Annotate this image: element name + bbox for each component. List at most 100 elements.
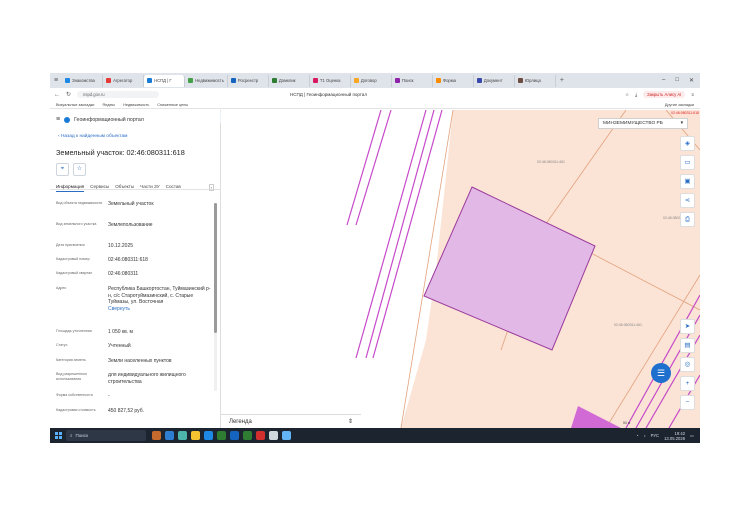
map-layer-select[interactable]: МИНЗЕМИМУЩЕСТВО РБ ▾ bbox=[598, 118, 688, 129]
pdf-icon[interactable] bbox=[256, 431, 265, 440]
notification-icon[interactable]: ▭ bbox=[690, 433, 694, 438]
app-icon[interactable] bbox=[204, 431, 213, 440]
locate-on-map-icon[interactable]: ⌖ bbox=[56, 163, 69, 176]
location-icon[interactable]: ◎ bbox=[680, 357, 695, 372]
folder-icon[interactable] bbox=[191, 431, 200, 440]
coords-readout: 02:46:080311:618 bbox=[671, 111, 699, 115]
back-to-results-link[interactable]: ‹ Назад к найденным объектам bbox=[50, 123, 220, 139]
browser-tab[interactable]: Договор bbox=[351, 74, 392, 87]
tab-label: Т1 Оценка bbox=[319, 78, 341, 83]
properties-scrollbar[interactable] bbox=[214, 203, 217, 391]
zoom-out-icon[interactable]: − bbox=[680, 395, 695, 410]
clock-date: 13.05.2026 bbox=[664, 435, 686, 441]
address-text: Республика Башкортостан, Туймазинский р-… bbox=[108, 286, 211, 305]
minimize-icon[interactable]: – bbox=[662, 77, 665, 84]
tab-label: Договор bbox=[360, 78, 377, 83]
tab-label: Недвижимость bbox=[195, 78, 224, 83]
bookmark-item[interactable]: Визуальные закладки bbox=[56, 103, 94, 107]
browser-tab[interactable]: Поиск bbox=[392, 74, 433, 87]
property-value: 450 827,52 руб. bbox=[108, 408, 144, 414]
app-icon[interactable] bbox=[282, 431, 291, 440]
browser-tab[interactable]: Юрлица bbox=[515, 74, 556, 87]
tab-composition[interactable]: Состав bbox=[166, 184, 181, 189]
layers-icon[interactable]: ◈ bbox=[680, 136, 695, 151]
new-tab-icon[interactable]: + bbox=[556, 77, 568, 84]
language-indicator[interactable]: РУС bbox=[651, 433, 659, 438]
system-tray: ◔ ♪ РУС 19:42 13.05.2026 ▭ bbox=[636, 431, 700, 441]
panel-icon[interactable]: ▤ bbox=[680, 338, 695, 353]
property-row: Вид объекта недвижимости Земельный участ… bbox=[56, 201, 212, 208]
map-layer-value: МИНЗЕМИМУЩЕСТВО РБ bbox=[603, 121, 663, 126]
collapse-address-link[interactable]: Свернуть bbox=[108, 306, 212, 313]
clock[interactable]: 19:42 13.05.2026 bbox=[664, 431, 685, 441]
browser-tab[interactable]: Т1 Оценка bbox=[310, 74, 351, 87]
yandex-browser-icon[interactable] bbox=[269, 431, 278, 440]
property-row: Форма собственности - bbox=[56, 393, 212, 400]
property-value: 02:46:080311:618 bbox=[108, 257, 148, 263]
zoom-in-icon[interactable]: + bbox=[680, 376, 695, 391]
download-icon[interactable]: ⤓ bbox=[635, 92, 637, 97]
browser-tab[interactable]: Недвижимость bbox=[185, 74, 228, 87]
property-value: Землепользование bbox=[108, 222, 153, 228]
tab-objects[interactable]: Объекты bbox=[115, 184, 134, 189]
tab-information[interactable]: Информация bbox=[56, 184, 85, 192]
tab-favicon-icon bbox=[230, 78, 236, 83]
start-button[interactable] bbox=[50, 428, 66, 443]
refresh-icon[interactable]: ↻ bbox=[66, 91, 71, 98]
other-bookmarks[interactable]: Другие закладки bbox=[665, 103, 700, 107]
browser-tab[interactable]: Знакомства bbox=[62, 74, 104, 87]
share-icon[interactable]: ⋖ bbox=[680, 193, 695, 208]
taskbar-search[interactable]: ⌕ Поиск bbox=[66, 430, 146, 441]
bookmark-star-icon[interactable]: ☆ bbox=[625, 92, 629, 98]
bookmark-item[interactable]: Недвижимость bbox=[123, 103, 149, 107]
volume-icon[interactable]: ♪ bbox=[644, 433, 646, 438]
browser-tab[interactable]: Росреестр bbox=[228, 74, 269, 87]
browser-tab[interactable]: НСПД | Г bbox=[144, 74, 186, 87]
tab-favicon-icon bbox=[147, 78, 153, 83]
app-icon[interactable] bbox=[178, 431, 187, 440]
app-icon[interactable] bbox=[152, 431, 161, 440]
url-field[interactable]: nspd.gov.ru bbox=[77, 91, 160, 98]
alice-close-button[interactable]: Закрыть Алису AI bbox=[643, 91, 686, 98]
tab-label: Домклик bbox=[278, 78, 296, 83]
network-icon[interactable]: ◔ bbox=[636, 433, 639, 438]
property-label: Кадастровый квартал bbox=[56, 271, 93, 275]
navigate-icon[interactable]: ➤ bbox=[680, 319, 695, 334]
address-bar: ← ↻ nspd.gov.ru НСПД | Геоинформационный… bbox=[50, 88, 700, 101]
tab-label: Поиск bbox=[401, 78, 414, 83]
scrollbar-thumb[interactable] bbox=[214, 203, 217, 333]
excel-icon[interactable] bbox=[217, 431, 226, 440]
property-label: Дата присвоения bbox=[56, 243, 85, 247]
maximize-icon[interactable]: □ bbox=[675, 77, 679, 84]
tab-label: НСПД | Г bbox=[154, 78, 172, 83]
excel-icon[interactable] bbox=[243, 431, 252, 440]
word-icon[interactable] bbox=[230, 431, 239, 440]
expand-legend-icon[interactable]: ⇕ bbox=[348, 418, 353, 425]
app-icon[interactable] bbox=[165, 431, 174, 440]
hamburger-menu-icon[interactable]: ≡ bbox=[56, 116, 60, 123]
favorite-star-icon[interactable]: ☆ bbox=[73, 163, 86, 176]
tab-services[interactable]: Сервисы bbox=[90, 184, 109, 189]
print-icon[interactable]: ⎙ bbox=[680, 212, 695, 227]
info-tabs: Информация Сервисы Объекты Части ЗУ Сост… bbox=[50, 176, 220, 192]
tab-parts[interactable]: Части ЗУ bbox=[140, 184, 160, 189]
bookmark-item[interactable]: Яндекс bbox=[102, 103, 115, 107]
menu-icon[interactable]: ≡ bbox=[691, 92, 694, 97]
browser-tab[interactable]: Агрегатор bbox=[103, 74, 145, 87]
back-arrow-icon[interactable]: ← bbox=[54, 92, 60, 98]
browser-tab[interactable]: Форма bbox=[433, 74, 474, 87]
image-icon[interactable]: ▣ bbox=[680, 174, 695, 189]
tab-list-icon[interactable]: ≡ bbox=[50, 77, 62, 84]
browser-tab[interactable]: Домклик bbox=[269, 74, 310, 87]
document-fab-icon[interactable]: ☰ bbox=[651, 363, 671, 383]
tabs-more-chevron-icon[interactable]: › bbox=[208, 184, 214, 191]
ruler-icon[interactable]: ▭ bbox=[680, 155, 695, 170]
cadastral-map[interactable]: 02:46:080311:461 02:46:080311:503 02:46:… bbox=[221, 110, 700, 428]
property-label: Площадь уточненная bbox=[56, 329, 92, 333]
browser-tab[interactable]: Документ bbox=[474, 74, 515, 87]
tab-label: Юрлица bbox=[524, 78, 541, 83]
close-window-icon[interactable]: ✕ bbox=[689, 77, 694, 84]
bookmark-item[interactable]: Сниженные цены bbox=[157, 103, 188, 107]
legend-bar[interactable]: Легенда ⇕ bbox=[221, 414, 361, 428]
map-canvas[interactable]: 02:46:080311:461 02:46:080311:503 02:46:… bbox=[221, 110, 700, 428]
